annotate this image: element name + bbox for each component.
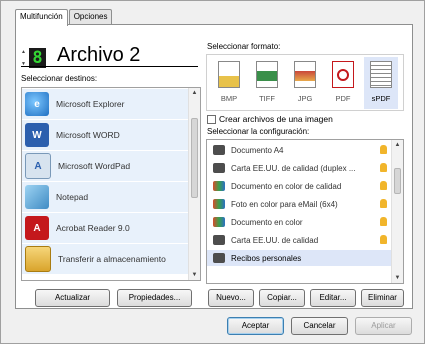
- format-selector: BMP TIFF JPG PDF sPDF: [206, 54, 404, 111]
- list-item[interactable]: e Microsoft Explorer: [22, 89, 190, 119]
- scroll-down-icon[interactable]: ▼: [189, 272, 200, 278]
- scan-config-icon: [213, 235, 225, 245]
- new-button[interactable]: Nuevo...: [208, 289, 254, 307]
- list-item[interactable]: Transferir a almacenamiento: [22, 244, 190, 274]
- config-label: Recibos personales: [231, 253, 302, 263]
- formats-label: Seleccionar formato:: [207, 42, 281, 51]
- lock-icon: [380, 199, 387, 208]
- scan-config-icon: [213, 145, 225, 155]
- tab-bar: Multifunción Opciones: [15, 9, 113, 26]
- list-item[interactable]: A Acrobat Reader 9.0: [22, 213, 190, 243]
- scroll-thumb[interactable]: [191, 118, 198, 198]
- scroll-up-icon[interactable]: ▲: [189, 90, 200, 96]
- config-label: Carta EE.UU. de calidad (duplex ...: [231, 163, 356, 173]
- format-label: JPG: [297, 94, 313, 103]
- cancel-button[interactable]: Cancelar: [291, 317, 348, 335]
- color-config-icon: [213, 181, 225, 191]
- spin-up-icon[interactable]: ▲: [21, 49, 27, 55]
- configs-list[interactable]: Documento A4 Carta EE.UU. de calidad (du…: [206, 139, 404, 284]
- destination-label: Acrobat Reader 9.0: [56, 223, 130, 233]
- properties-button[interactable]: Propiedades...: [117, 289, 192, 307]
- format-jpg[interactable]: JPG: [288, 57, 322, 109]
- format-label: sPDF: [371, 94, 391, 103]
- title-underline: [21, 66, 198, 67]
- configs-label: Seleccionar la configuración:: [207, 127, 310, 136]
- tab-options[interactable]: Opciones: [68, 9, 113, 24]
- tiff-format-icon: [256, 61, 278, 88]
- format-tiff[interactable]: TIFF: [250, 57, 284, 109]
- delete-button[interactable]: Eliminar: [361, 289, 404, 307]
- lock-icon: [380, 145, 387, 154]
- config-label: Foto en color para eMail (6x4): [231, 199, 338, 209]
- scroll-down-icon[interactable]: ▼: [392, 275, 403, 281]
- destinations-list[interactable]: e Microsoft Explorer W Microsoft WORD A …: [21, 87, 201, 281]
- list-item[interactable]: W Microsoft WORD: [22, 120, 190, 150]
- notepad-icon: [25, 185, 49, 209]
- list-item[interactable]: Documento en color de calidad: [207, 178, 393, 194]
- apply-button[interactable]: Aplicar: [355, 317, 412, 335]
- destination-label: Microsoft Explorer: [56, 99, 125, 109]
- format-label: BMP: [220, 94, 238, 103]
- lock-icon: [380, 217, 387, 226]
- config-label: Documento en color: [231, 217, 303, 227]
- pdf-format-icon: [332, 61, 354, 88]
- acrobat-icon: A: [25, 216, 49, 240]
- ok-button[interactable]: Aceptar: [227, 317, 284, 335]
- list-item[interactable]: Carta EE.UU. de calidad (duplex ...: [207, 160, 393, 176]
- destination-label: Microsoft WORD: [56, 130, 120, 140]
- refresh-button[interactable]: Actualizar: [35, 289, 110, 307]
- create-image-files-checkbox[interactable]: [207, 115, 216, 124]
- list-item[interactable]: Documento A4: [207, 142, 393, 158]
- spdf-format-icon: [370, 61, 392, 88]
- config-label: Documento A4: [231, 145, 284, 155]
- format-label: PDF: [335, 94, 351, 103]
- scroll-thumb[interactable]: [394, 168, 401, 194]
- config-counter: ▲ ▼ 8: [21, 48, 46, 68]
- list-item-selected[interactable]: Recibos personales: [207, 250, 393, 266]
- destinations-scrollbar[interactable]: ▲ ▼: [188, 88, 200, 280]
- lock-icon: [380, 181, 387, 190]
- scan-config-icon: [213, 253, 225, 263]
- list-item[interactable]: Foto en color para eMail (6x4): [207, 196, 393, 212]
- jpg-format-icon: [294, 61, 316, 88]
- color-config-icon: [213, 217, 225, 227]
- lock-icon: [380, 163, 387, 172]
- list-item[interactable]: Documento en color: [207, 214, 393, 230]
- destination-label: Transferir a almacenamiento: [58, 254, 166, 264]
- create-image-files-label: Crear archivos de una imagen: [219, 114, 333, 124]
- scan-config-icon: [213, 163, 225, 173]
- format-spdf[interactable]: sPDF: [364, 57, 398, 109]
- format-bmp[interactable]: BMP: [212, 57, 246, 109]
- config-label: Documento en color de calidad: [231, 181, 342, 191]
- color-config-icon: [213, 199, 225, 209]
- format-pdf[interactable]: PDF: [326, 57, 360, 109]
- destination-label: Microsoft WordPad: [58, 161, 131, 171]
- tab-multifunction[interactable]: Multifunción: [15, 9, 68, 26]
- destinations-label: Seleccionar destinos:: [21, 74, 98, 83]
- button-title: Archivo 2: [57, 44, 141, 66]
- destination-label: Notepad: [56, 192, 89, 202]
- format-label: TIFF: [259, 94, 275, 103]
- wordpad-icon: A: [25, 153, 51, 179]
- list-item[interactable]: Notepad: [22, 182, 190, 212]
- counter-spinner[interactable]: ▲ ▼: [21, 49, 27, 67]
- list-item[interactable]: A Microsoft WordPad: [22, 151, 190, 181]
- scan-dialog: Multifunción Opciones ▲ ▼ 8 Archivo 2 Se…: [0, 0, 425, 344]
- storage-folder-icon: [25, 246, 51, 272]
- copy-button[interactable]: Copiar...: [259, 289, 305, 307]
- bmp-format-icon: [218, 61, 240, 88]
- internet-explorer-icon: e: [25, 92, 49, 116]
- list-item[interactable]: Carta EE.UU. de calidad: [207, 232, 393, 248]
- config-label: Carta EE.UU. de calidad: [231, 235, 319, 245]
- word-icon: W: [25, 123, 49, 147]
- counter-digit: 8: [29, 48, 46, 68]
- edit-button[interactable]: Editar...: [310, 289, 356, 307]
- configs-scrollbar[interactable]: ▲ ▼: [391, 140, 403, 283]
- scroll-up-icon[interactable]: ▲: [392, 142, 403, 148]
- lock-icon: [380, 235, 387, 244]
